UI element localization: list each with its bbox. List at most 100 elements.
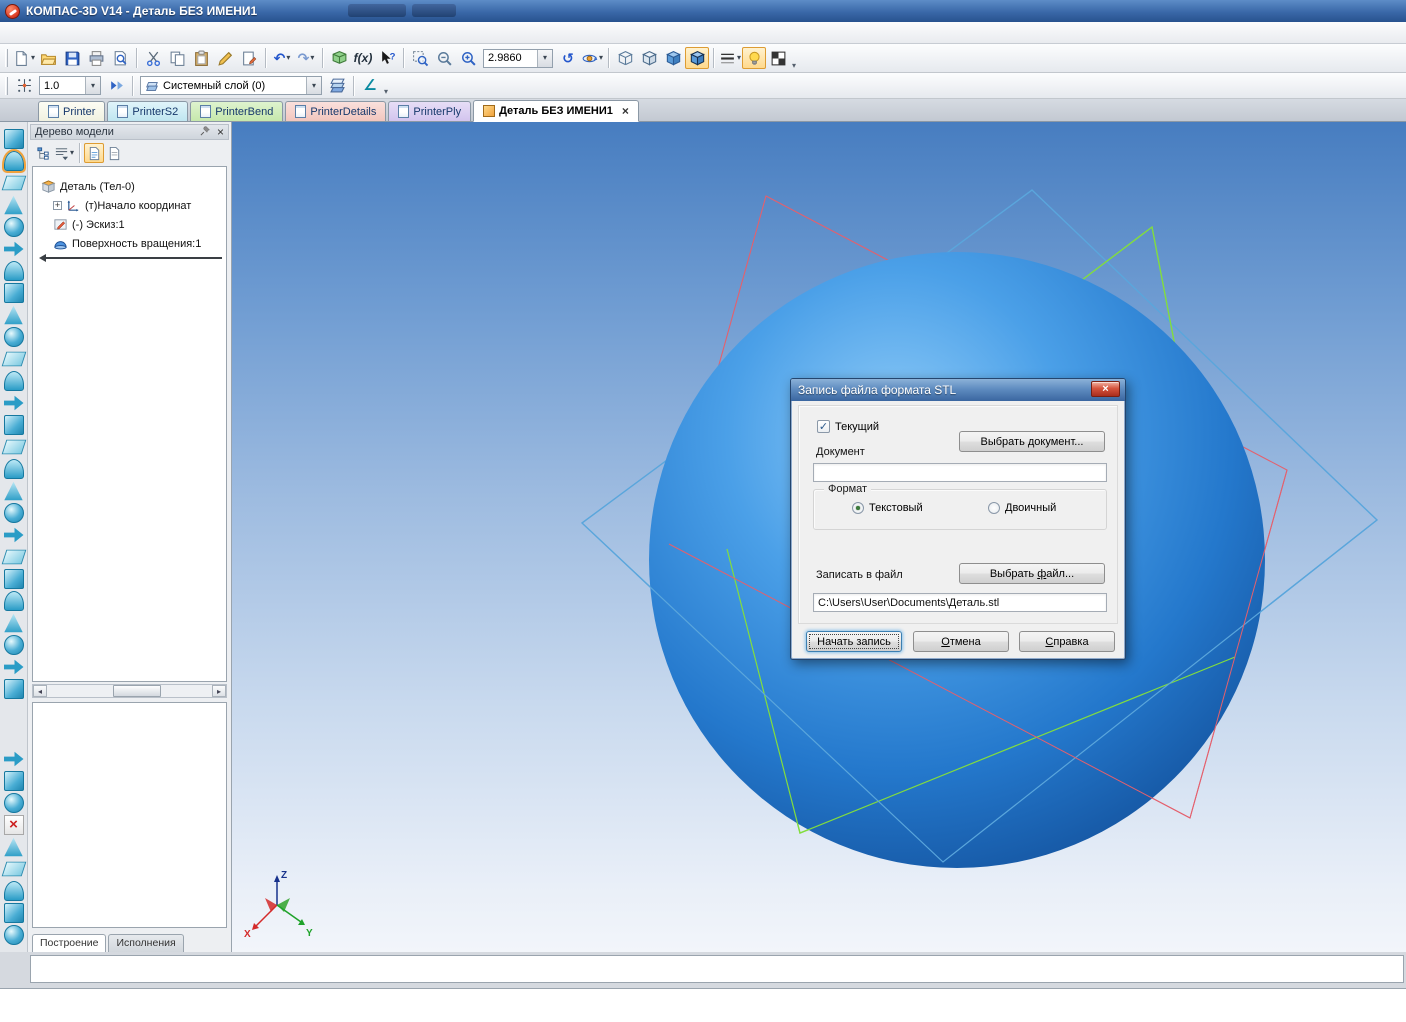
panel-check-icon[interactable] bbox=[4, 591, 24, 611]
context-help-button[interactable]: ? bbox=[375, 47, 399, 69]
panel-revolve-icon[interactable] bbox=[4, 217, 24, 237]
view-hidden-lines-button[interactable] bbox=[637, 47, 661, 69]
layers-manage-button[interactable] bbox=[325, 75, 349, 97]
tree-item-part[interactable]: Деталь (Тел-0) bbox=[33, 177, 226, 196]
panel-spiral-icon[interactable] bbox=[4, 525, 24, 545]
angle-snap-button[interactable] bbox=[104, 75, 128, 97]
panel-mirror-icon[interactable] bbox=[1, 440, 26, 454]
panel-surfaces-icon[interactable] bbox=[4, 151, 24, 171]
panel-shell-icon[interactable] bbox=[4, 371, 24, 391]
tab-printerbend[interactable]: PrinterBend × bbox=[190, 101, 283, 121]
tree-parameters-button[interactable] bbox=[104, 143, 124, 163]
tree-item-origin[interactable]: + (т)Начало координат bbox=[33, 196, 226, 215]
tab-construction[interactable]: Построение bbox=[32, 934, 106, 952]
tool-select-icon[interactable] bbox=[4, 749, 24, 769]
variables-button[interactable]: f(x) bbox=[351, 47, 375, 69]
menu-file[interactable] bbox=[10, 30, 26, 36]
cut-button[interactable] bbox=[141, 47, 165, 69]
toolbar-grip[interactable] bbox=[5, 77, 8, 95]
new-document-button[interactable]: ▾ bbox=[12, 47, 36, 69]
tool-help-icon[interactable] bbox=[4, 925, 24, 945]
panel-rib-icon[interactable] bbox=[1, 352, 26, 366]
view-shaded-edges-button[interactable] bbox=[685, 47, 709, 69]
panel-offset-plane-icon[interactable] bbox=[4, 459, 24, 479]
pin-icon[interactable] bbox=[199, 125, 211, 140]
document-input[interactable] bbox=[813, 463, 1107, 482]
combo-dropdown-button[interactable]: ▾ bbox=[306, 77, 321, 94]
panel-measure-icon[interactable] bbox=[4, 569, 24, 589]
panel-specification-icon[interactable] bbox=[4, 635, 24, 655]
tool-macro-icon[interactable] bbox=[4, 903, 24, 923]
refresh-image-button[interactable]: ↺ bbox=[556, 47, 580, 69]
orbit-rotate-button[interactable]: ▾ bbox=[580, 47, 604, 69]
menu-libraries[interactable] bbox=[138, 30, 154, 36]
tool-scale-icon[interactable] bbox=[4, 837, 24, 857]
tree-item-surface-revolution[interactable]: Поверхность вращения:1 bbox=[33, 234, 226, 253]
dialog-titlebar[interactable]: Запись файла формата STL bbox=[791, 379, 1125, 401]
scrollbar-thumb[interactable] bbox=[113, 685, 161, 697]
help-button[interactable]: Справка bbox=[1019, 631, 1115, 652]
redo-button[interactable]: ↷▾ bbox=[294, 47, 318, 69]
panel-filter-icon[interactable] bbox=[4, 613, 24, 633]
tree-structure-button[interactable] bbox=[33, 143, 53, 163]
tab-printers2[interactable]: PrinterS2 × bbox=[107, 101, 188, 121]
current-document-checkbox[interactable]: ✓ Текущий bbox=[817, 420, 879, 433]
tree-filter-button[interactable]: ▾ bbox=[53, 143, 75, 163]
format-text-radio[interactable]: Текстовый bbox=[852, 502, 923, 514]
toolbar-overflow-icon[interactable]: ▾ bbox=[792, 61, 796, 72]
panel-close-button[interactable]: × bbox=[217, 127, 224, 137]
menu-view[interactable] bbox=[42, 30, 58, 36]
tab-versions[interactable]: Исполнения bbox=[108, 934, 183, 952]
tree-item-sketch[interactable]: (-) Эскиз:1 bbox=[33, 215, 226, 234]
combo-dropdown-button[interactable]: ▾ bbox=[537, 50, 552, 67]
tool-delete-icon[interactable] bbox=[4, 815, 24, 835]
menu-specification[interactable] bbox=[74, 30, 90, 36]
panel-kinematic-icon[interactable] bbox=[4, 239, 24, 259]
scroll-right-icon[interactable]: ▸ bbox=[212, 685, 226, 697]
panel-array-icon[interactable] bbox=[4, 415, 24, 435]
menu-operations[interactable] bbox=[58, 30, 74, 36]
snap-settings-button[interactable] bbox=[12, 75, 36, 97]
expand-icon[interactable]: + bbox=[53, 201, 62, 210]
tab-printer[interactable]: Printer × bbox=[38, 101, 105, 121]
select-file-button[interactable]: Выбрать файл... bbox=[959, 563, 1105, 584]
copy-button[interactable] bbox=[165, 47, 189, 69]
tab-printerdetails[interactable]: PrinterDetails × bbox=[285, 101, 386, 121]
zoom-area-button[interactable] bbox=[408, 47, 432, 69]
sheet-grid-button[interactable] bbox=[766, 47, 790, 69]
tab-close-icon[interactable]: × bbox=[622, 106, 629, 116]
format-binary-radio[interactable]: Двоичный bbox=[988, 502, 1056, 514]
copy-properties-button[interactable] bbox=[213, 47, 237, 69]
panel-axis-icon[interactable] bbox=[4, 481, 24, 501]
print-preview-button[interactable] bbox=[108, 47, 132, 69]
menu-window[interactable] bbox=[106, 30, 122, 36]
panel-reports-icon[interactable] bbox=[4, 657, 24, 677]
panel-extrude-icon[interactable] bbox=[4, 195, 24, 215]
open-document-button[interactable] bbox=[36, 47, 60, 69]
tab-printerply[interactable]: PrinterPly × bbox=[388, 101, 471, 121]
zoom-in-button[interactable] bbox=[456, 47, 480, 69]
viewport-3d[interactable]: Z X Y Запись файла формата STL × ✓ Текущ… bbox=[232, 122, 1406, 952]
combo-dropdown-button[interactable]: ▾ bbox=[85, 77, 100, 94]
view-wireframe-button[interactable] bbox=[613, 47, 637, 69]
toolbar-grip[interactable] bbox=[5, 49, 8, 67]
panel-hole-icon[interactable] bbox=[4, 327, 24, 347]
cancel-button[interactable]: Отмена bbox=[913, 631, 1009, 652]
tree-horizontal-scrollbar[interactable]: ◂ ▸ bbox=[32, 684, 227, 698]
menu-editor[interactable] bbox=[26, 30, 42, 36]
dialog-close-button[interactable]: × bbox=[1091, 381, 1120, 397]
tool-library-icon[interactable] bbox=[4, 881, 24, 901]
zoom-out-button[interactable] bbox=[432, 47, 456, 69]
file-path-input[interactable] bbox=[813, 593, 1107, 612]
tab-detail-bez-imeni1[interactable]: Деталь БЕЗ ИМЕНИ1 × bbox=[473, 100, 639, 122]
panel-fillet-icon[interactable] bbox=[4, 283, 24, 303]
step-value-combo[interactable]: 1.0 ▾ bbox=[39, 76, 101, 95]
panel-settings-icon[interactable] bbox=[4, 679, 24, 699]
tool-rotate-icon[interactable] bbox=[4, 793, 24, 813]
tool-parameters-icon[interactable] bbox=[1, 862, 26, 876]
print-button[interactable] bbox=[84, 47, 108, 69]
view-shaded-button[interactable] bbox=[661, 47, 685, 69]
toolbar-overflow-icon[interactable]: ▾ bbox=[384, 87, 388, 98]
scroll-left-icon[interactable]: ◂ bbox=[33, 685, 47, 697]
tool-move-icon[interactable] bbox=[4, 771, 24, 791]
